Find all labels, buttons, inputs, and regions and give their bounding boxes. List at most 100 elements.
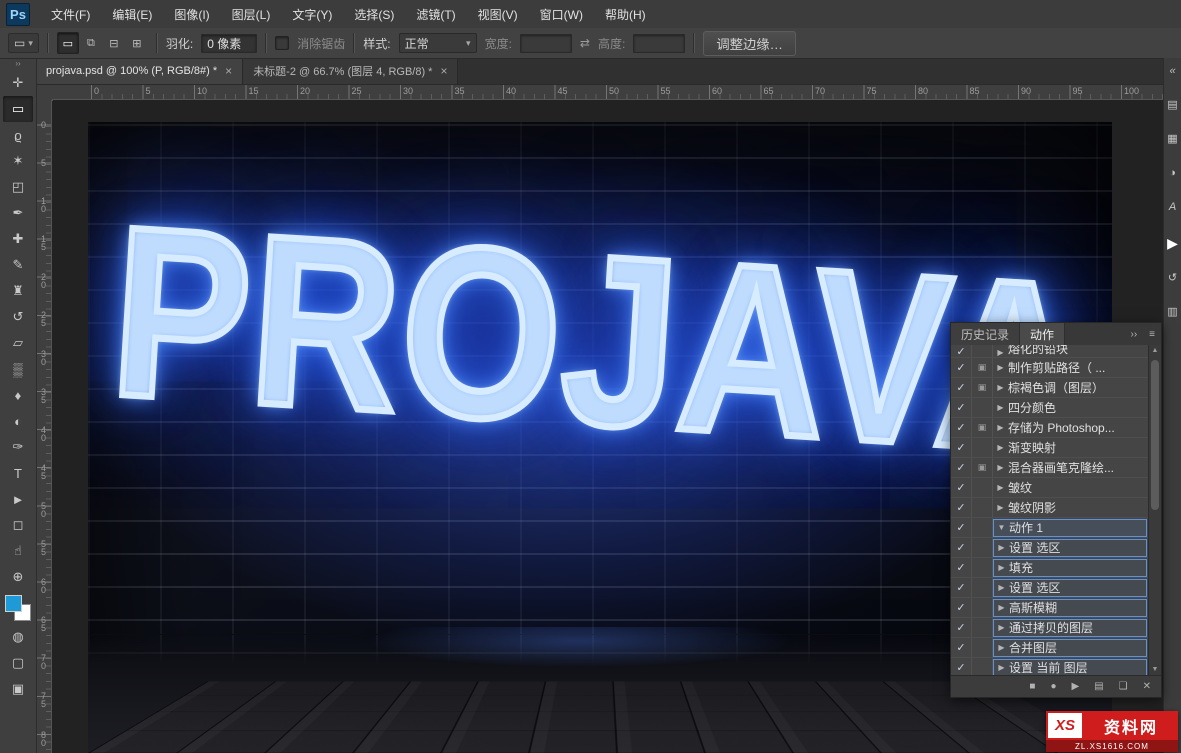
dialog-toggle[interactable]: ▣ xyxy=(972,358,993,377)
intersect-selection-mode[interactable]: ⊞ xyxy=(126,32,148,54)
play-icon[interactable]: ▶ xyxy=(1071,681,1079,692)
expand-arrow-icon[interactable]: ▶ xyxy=(994,563,1009,572)
include-checkbox[interactable]: ✓ xyxy=(951,478,972,497)
menu-layer[interactable]: 图层(L) xyxy=(221,0,282,28)
full-screen-icon[interactable]: ▣ xyxy=(3,676,33,702)
ruler-origin-corner[interactable] xyxy=(36,84,53,101)
history-brush-tool[interactable]: ↺ xyxy=(3,304,33,330)
include-checkbox[interactable]: ✓ xyxy=(951,558,972,577)
lasso-tool[interactable]: ϱ xyxy=(3,122,33,148)
quick-mask-icon[interactable]: ◍ xyxy=(3,624,33,650)
close-tab-icon[interactable]: × xyxy=(225,64,232,78)
scrollbar-thumb[interactable] xyxy=(1151,360,1159,510)
add-selection-mode[interactable]: ⧉ xyxy=(80,32,102,54)
close-tab-icon[interactable]: × xyxy=(440,64,447,78)
expand-arrow-icon[interactable]: ▶ xyxy=(994,643,1009,652)
expand-arrow-icon[interactable]: ▶ xyxy=(993,363,1008,372)
healing-brush-tool[interactable]: ✚ xyxy=(3,226,33,252)
width-input[interactable] xyxy=(519,33,572,53)
include-checkbox[interactable]: ✓ xyxy=(951,638,972,657)
action-row[interactable]: ✓ ▣ ▶ 渐变映射 xyxy=(951,438,1149,458)
dialog-toggle[interactable]: ▣ xyxy=(972,398,993,417)
action-step-row[interactable]: ✓ ▣ ▶ 设置 当前 图层 xyxy=(951,658,1149,675)
quick-selection-tool[interactable]: ✶ xyxy=(3,148,33,174)
include-checkbox[interactable]: ✓ xyxy=(951,658,972,675)
refine-edge-button[interactable]: 调整边缘… xyxy=(703,30,796,56)
expand-arrow-icon[interactable]: ▶ xyxy=(993,483,1008,492)
crop-tool[interactable]: ◰ xyxy=(3,174,33,200)
expand-arrow-icon[interactable]: ▶ xyxy=(993,463,1008,472)
expand-arrow-icon[interactable]: ▶ xyxy=(994,543,1009,552)
menu-type[interactable]: 文字(Y) xyxy=(281,0,343,28)
adjustments-panel-icon[interactable]: ◑ xyxy=(1169,168,1176,179)
screen-mode-icon[interactable]: ▢ xyxy=(3,650,33,676)
scroll-up-icon[interactable]: ▲ xyxy=(1152,345,1159,356)
action-step-row[interactable]: ✓ ▣ ▶ 高斯模糊 xyxy=(951,598,1149,618)
doc-tab-projava[interactable]: projava.psd @ 100% (P, RGB/8#) * × xyxy=(36,58,244,84)
feather-input[interactable]: 0 像素 xyxy=(201,33,258,53)
shape-tool[interactable]: ◻ xyxy=(3,512,33,538)
menu-view[interactable]: 视图(V) xyxy=(467,0,529,28)
panel-collapse-icon[interactable]: ›› xyxy=(1124,323,1143,345)
menu-filter[interactable]: 滤镜(T) xyxy=(405,0,466,28)
include-checkbox[interactable]: ✓ xyxy=(951,618,972,637)
include-checkbox[interactable]: ✓ xyxy=(951,418,972,437)
dialog-toggle[interactable]: ▣ xyxy=(972,538,993,557)
tab-actions[interactable]: 动作 xyxy=(1020,323,1066,345)
color-panel-icon[interactable]: ▤ xyxy=(1167,100,1177,111)
dialog-toggle[interactable]: ▣ xyxy=(972,498,993,517)
dialog-toggle[interactable]: ▣ xyxy=(972,618,993,637)
action-step-row[interactable]: ✓ ▣ ▶ 填充 xyxy=(951,558,1149,578)
action-row[interactable]: ✓ ▣ ▶ 四分颜色 xyxy=(951,398,1149,418)
include-checkbox[interactable]: ✓ xyxy=(951,345,972,357)
layers-panel-icon[interactable]: ▥ xyxy=(1167,307,1177,318)
tool-preset-dropdown[interactable]: ▭ ▾ xyxy=(8,33,39,53)
actions-panel-icon[interactable]: ▶ xyxy=(1167,236,1178,250)
tab-history[interactable]: 历史记录 xyxy=(951,323,1021,345)
dialog-toggle[interactable]: ▣ xyxy=(972,438,993,457)
action-row[interactable]: ✓ ▣ ▶ 皱纹阴影 xyxy=(951,498,1149,518)
doc-tab-untitled2[interactable]: 未标题-2 @ 66.7% (图层 4, RGB/8) * × xyxy=(243,58,459,84)
action-step-row[interactable]: ✓ ▣ ▶ 合并图层 xyxy=(951,638,1149,658)
dialog-toggle[interactable]: ▣ xyxy=(972,478,993,497)
history-panel-icon[interactable]: ↺ xyxy=(1168,273,1177,284)
include-checkbox[interactable]: ✓ xyxy=(951,538,972,557)
dialog-toggle[interactable]: ▣ xyxy=(972,578,993,597)
toolbox-collapse-icon[interactable]: ›› xyxy=(15,58,20,70)
dialog-toggle[interactable]: ▣ xyxy=(972,638,993,657)
include-checkbox[interactable]: ✓ xyxy=(951,398,972,417)
collapse-arrow-icon[interactable]: ▼ xyxy=(994,523,1009,532)
action-row[interactable]: ✓ ▣ ▶ 存储为 Photoshop... xyxy=(951,418,1149,438)
include-checkbox[interactable]: ✓ xyxy=(951,578,972,597)
horizontal-ruler[interactable]: 0 5 10 15 20 25 30 35 40 45 50 55 60 65 70 75 80 85 90 95 10… xyxy=(52,84,1163,100)
menu-edit[interactable]: 编辑(E) xyxy=(101,0,163,28)
dialog-toggle[interactable]: ▣ xyxy=(972,458,993,477)
dialog-toggle[interactable]: ▣ xyxy=(972,378,993,397)
include-checkbox[interactable]: ✓ xyxy=(951,458,972,477)
expand-arrow-icon[interactable]: ▶ xyxy=(994,583,1009,592)
action-row-action1[interactable]: ✓ ▣ ▼ 动作 1 xyxy=(951,518,1149,538)
new-action-icon[interactable]: ❏ xyxy=(1119,681,1128,692)
expand-arrow-icon[interactable]: ▶ xyxy=(994,663,1009,672)
dialog-toggle[interactable]: ▣ xyxy=(972,658,993,675)
height-input[interactable] xyxy=(633,33,686,53)
panel-scrollbar[interactable]: ▲ ▼ xyxy=(1148,345,1161,675)
menu-image[interactable]: 图像(I) xyxy=(163,0,220,28)
eyedropper-tool[interactable]: ✒ xyxy=(3,200,33,226)
path-selection-tool[interactable]: ► xyxy=(3,486,33,512)
pen-tool[interactable]: ✑ xyxy=(3,434,33,460)
vertical-ruler[interactable]: 0 5 10 15 20 25 30 35 40 45 50 55 60 65 70 75 80 xyxy=(36,100,52,753)
subtract-selection-mode[interactable]: ⊟ xyxy=(103,32,125,54)
blur-tool[interactable]: ♦ xyxy=(3,382,33,408)
action-row[interactable]: ✓ ▣ ▶ 皱纹 xyxy=(951,478,1149,498)
character-panel-icon[interactable]: A xyxy=(1169,202,1176,213)
action-row[interactable]: ✓ ▣ ▶ 混合器画笔克隆绘... xyxy=(951,458,1149,478)
record-icon[interactable]: ● xyxy=(1050,681,1056,692)
style-dropdown[interactable]: 正常 ▾ xyxy=(398,33,477,53)
dialog-toggle[interactable]: ▣ xyxy=(972,598,993,617)
action-row[interactable]: ✓ ▣ ▶ 制作剪贴路径（ ... xyxy=(951,358,1149,378)
include-checkbox[interactable]: ✓ xyxy=(951,378,972,397)
scrollbar-track[interactable] xyxy=(1149,356,1161,664)
stop-icon[interactable]: ■ xyxy=(1029,681,1035,692)
scroll-down-icon[interactable]: ▼ xyxy=(1152,664,1159,675)
